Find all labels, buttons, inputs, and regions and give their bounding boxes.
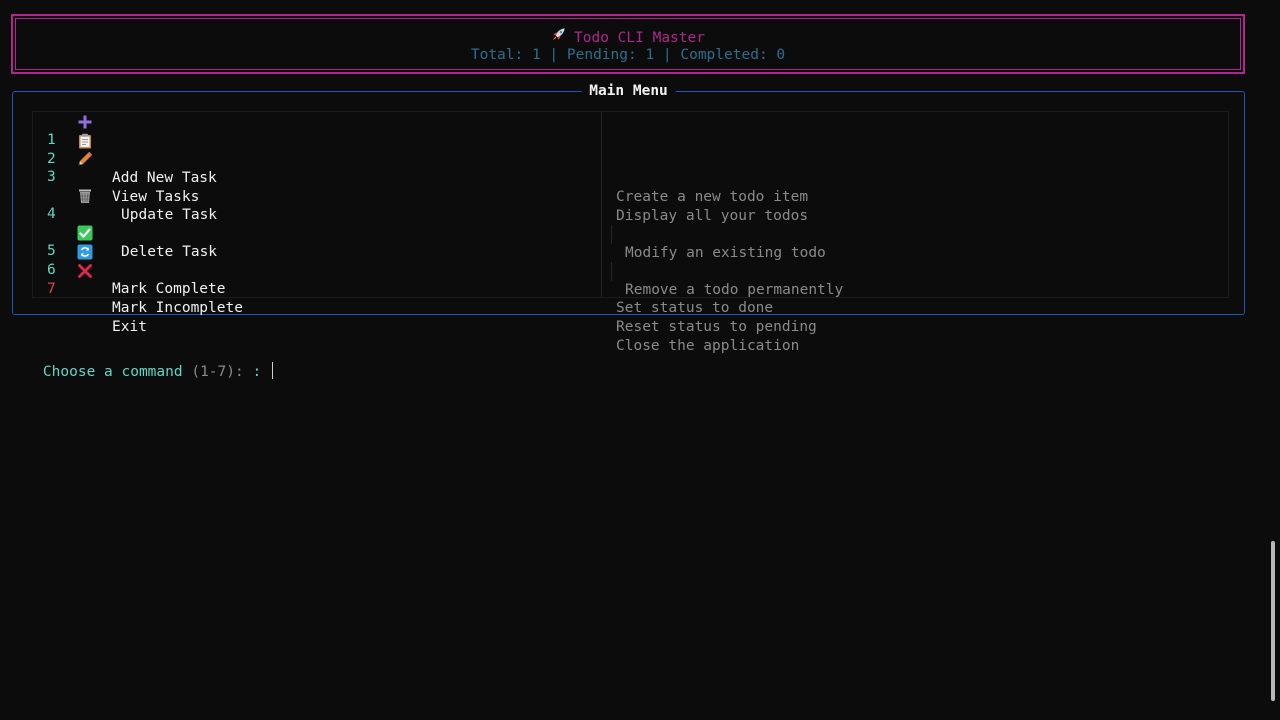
- header-panel: Todo CLI Master Total: 1 | Pending: 1 | …: [11, 14, 1245, 74]
- prompt-text: Choose a command: [42, 364, 183, 380]
- task-stats: Total: 1 | Pending: 1 | Completed: 0: [470, 47, 786, 63]
- check-mark-icon: [76, 224, 94, 241]
- menu-table: 1 Add New Task Create a new todo item 2 …: [32, 111, 1229, 354]
- menu-item-description: Reset status to pending: [616, 319, 817, 335]
- refresh-icon: [76, 243, 94, 260]
- plus-icon: [76, 113, 94, 130]
- menu-item-description: Set status to done: [616, 300, 774, 316]
- prompt-suffix: :: [252, 364, 270, 380]
- menu-item-view-tasks[interactable]: 2 View Tasks Display all your todos: [33, 131, 1228, 224]
- clipboard-icon: [76, 132, 94, 149]
- menu-item-label: Exit: [112, 319, 147, 335]
- prompt-range: (1-7):: [191, 364, 244, 380]
- menu-item-exit[interactable]: 7 Exit Close the application: [33, 261, 1228, 354]
- menu-title: Main Menu: [581, 82, 676, 101]
- menu-item-number: 7: [47, 281, 56, 297]
- menu-item-mark-complete[interactable]: 5 Mark Complete Set status to done: [33, 223, 1228, 316]
- terminal-window: Todo CLI Master Total: 1 | Pending: 1 | …: [0, 0, 1280, 720]
- menu-item-label: Mark Complete: [112, 281, 226, 297]
- app-title: Todo CLI Master: [13, 27, 1243, 48]
- menu-item-update-task[interactable]: 3 Update Task Modify an existing todo: [33, 149, 1244, 261]
- menu-item-number: 4: [47, 206, 56, 222]
- app-title-text: Todo CLI Master: [574, 30, 705, 46]
- menu-item-mark-incomplete[interactable]: 6 Mark Incomplete Reset status to pendin…: [33, 242, 1228, 335]
- pencil-icon: [76, 150, 94, 167]
- cross-mark-icon: [76, 262, 94, 279]
- menu-item-label: Mark Incomplete: [112, 300, 243, 316]
- menu-item-delete-task[interactable]: 4 Delete Task Remove a todo permanently: [33, 186, 1244, 298]
- rocket-icon: [551, 27, 566, 48]
- menu-item-add-task[interactable]: 1 Add New Task Create a new todo item: [33, 112, 1228, 205]
- menu-item-number: 3: [47, 169, 56, 185]
- text-cursor[interactable]: [271, 362, 273, 379]
- wastebasket-icon: [76, 187, 94, 204]
- scrollbar-thumb[interactable]: [1271, 541, 1275, 701]
- command-prompt[interactable]: Choose a command (1-7): :: [8, 343, 273, 401]
- menu-item-description: Remove a todo permanently: [625, 282, 844, 298]
- main-menu-panel: Main Menu 1 Add New Task Create a new to…: [12, 82, 1245, 354]
- menu-item-description: Close the application: [616, 338, 800, 354]
